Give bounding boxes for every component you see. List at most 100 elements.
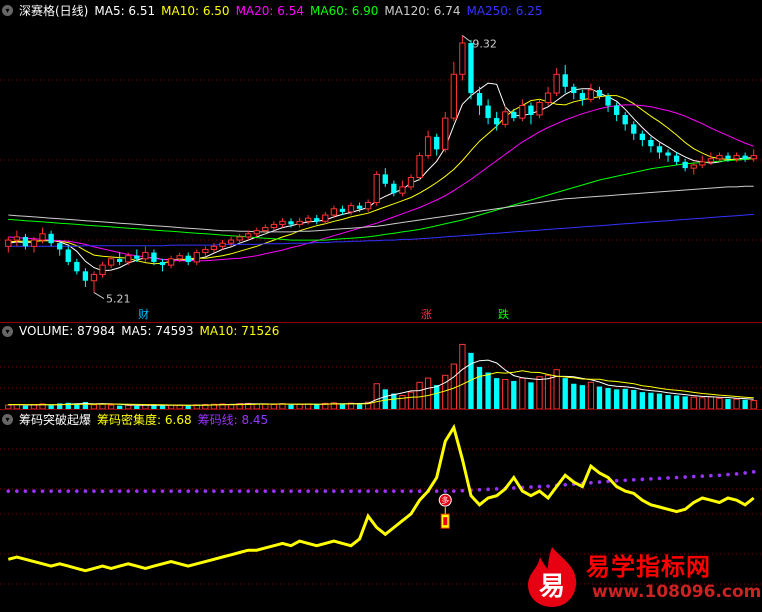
watermark-url: www.108096.com [592, 582, 762, 602]
candle-body [288, 221, 294, 225]
candle-body [347, 205, 355, 213]
ma-legend-item-5: MA250: 6.25 [466, 3, 543, 18]
volume-chart-panel[interactable]: ▾ VOLUME: 87984 MA5: 74593 MA10: 71526 [0, 322, 762, 409]
candle-body [142, 252, 149, 260]
candle-body [544, 92, 552, 103]
candle-body [553, 73, 560, 94]
candle-body [210, 245, 218, 250]
chip-line-dot [289, 489, 293, 493]
chip-line-dot [143, 489, 148, 493]
logo-char: 易 [539, 572, 565, 602]
chip-line-dot [477, 487, 482, 492]
candle-body [725, 155, 731, 159]
chip-line-dot [734, 472, 739, 476]
volume-bar [494, 378, 500, 409]
price-chart[interactable]: 9.32 5.21 财 涨 跌 [0, 0, 762, 322]
candle-body [596, 89, 603, 97]
candle-body [82, 271, 89, 281]
volume-bar [648, 392, 654, 409]
candle-body [476, 93, 483, 106]
chip-line-dot [400, 489, 405, 493]
volume-bar [733, 398, 740, 409]
candle-body [622, 114, 628, 125]
candle-body [442, 117, 449, 150]
chip-line-dot [537, 484, 542, 489]
chip-line-dot [212, 489, 216, 493]
volume-bar [656, 393, 663, 409]
candle-body [99, 264, 106, 275]
chip-line-dot [66, 489, 71, 493]
chip-line-dot [32, 489, 36, 493]
candle-body [434, 136, 440, 150]
chip-line-dot [109, 489, 113, 493]
signal-bar-inner [443, 517, 448, 526]
candle-body [296, 220, 303, 225]
candle-body [485, 105, 491, 119]
candle-body [5, 239, 12, 247]
candle-body [750, 155, 757, 160]
candle-body [65, 249, 71, 262]
volume-bar [407, 391, 415, 409]
candle-body [107, 258, 115, 266]
chip-line-dot [494, 487, 499, 491]
volume-bar [382, 389, 388, 409]
chip-line-dot [40, 489, 45, 493]
ma-line-ma10 [8, 95, 754, 265]
chip-line-dot [486, 487, 490, 492]
chip-line-dot [597, 480, 602, 484]
indicator-legend-item-2: 筹码线: 8.45 [197, 413, 269, 427]
chip-line-dot [726, 472, 730, 477]
chip-line-dot [92, 489, 96, 493]
collapse-toggle-icon[interactable]: ▾ [2, 414, 13, 425]
chip-line-dot [409, 489, 413, 493]
chip-line-dot [306, 489, 310, 493]
chip-line-dot [100, 489, 105, 493]
candle-body [48, 233, 54, 244]
candle-body [631, 124, 637, 134]
high-label-pointer [462, 35, 471, 42]
volume-bar [434, 385, 440, 409]
chip-line-dot [709, 473, 713, 478]
chip-line-dot [357, 489, 362, 493]
candle-body [202, 248, 209, 254]
chip-line-dot [237, 489, 242, 493]
chip-line-dot [169, 489, 173, 493]
candle-body [185, 255, 191, 262]
low-price-label: 5.21 [106, 293, 131, 306]
collapse-toggle-icon[interactable]: ▾ [2, 325, 13, 337]
collapse-toggle-icon[interactable]: ▾ [2, 5, 13, 16]
volume-bar [562, 378, 568, 409]
volume-bar [596, 386, 603, 409]
volume-legend-item-1: MA5: 74593 [121, 324, 194, 338]
chip-line-dot [220, 489, 225, 493]
chip-line-dot [683, 475, 687, 479]
ma-legend-item-2: MA20: 6.54 [235, 3, 304, 18]
ma-line-ma120 [8, 185, 754, 233]
candle-body [13, 236, 21, 241]
chip-line-dot [186, 489, 191, 493]
chip-line-dot [254, 489, 259, 493]
candle-body [707, 158, 715, 163]
candle-body [39, 233, 46, 241]
candle-body [330, 208, 338, 216]
volume-bar [707, 396, 715, 409]
ma-line-ma250 [8, 213, 754, 247]
volume-bar [673, 395, 680, 409]
volume-bar [450, 363, 457, 409]
candle-body [134, 255, 140, 259]
volume-bar [459, 343, 466, 409]
chip-line-dot [117, 489, 122, 493]
price-chart-panel[interactable]: 9.32 5.21 财 涨 跌 ▾ 深赛格(日线) MA5: 6.51 MA10: 6.5… [0, 0, 762, 322]
candle-body [382, 174, 388, 184]
chip-line-dot [160, 489, 165, 493]
chip-line-dot [452, 489, 456, 493]
chip-line-dot [717, 473, 722, 478]
candle-body [356, 205, 363, 209]
candle-body [407, 177, 415, 188]
candle-body [236, 236, 243, 241]
candle-body [322, 214, 329, 222]
chip-line-dot [589, 480, 593, 485]
ma-line-ma20 [8, 104, 754, 262]
chip-line-dot [349, 489, 353, 493]
candle-body [648, 139, 654, 147]
